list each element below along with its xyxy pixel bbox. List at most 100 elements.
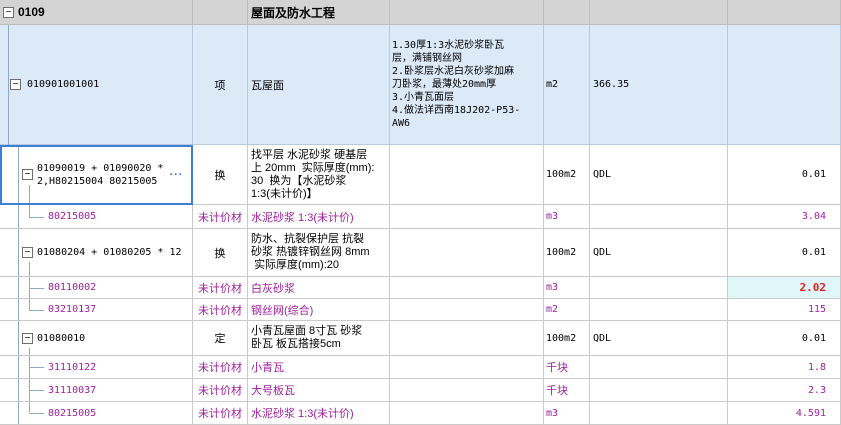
material-qty: 4.591 [795, 407, 826, 419]
material-name-cell[interactable]: 大号板瓦 [248, 379, 390, 402]
bill-qty-cell[interactable]: 366.35 [590, 25, 728, 145]
quota-name-cell[interactable]: 防水、抗裂保护层 抗裂 砂浆 热镀锌钢丝网 8mm 实际厚度(mm):20 [248, 229, 390, 277]
quota-code-cell[interactable]: − 01080204 + 01080205 * 12 [0, 229, 193, 277]
material-unit-cell[interactable]: 千块 [544, 379, 590, 402]
material-code: 31110122 [48, 361, 97, 373]
material-row-7[interactable]: 31110037 未计价材 大号板瓦 千块 2.3 [0, 379, 841, 402]
material-feature-cell [390, 356, 544, 379]
quota-row-0[interactable]: − 01090019 + 01090020 * 2,H80215004 8021… [0, 145, 841, 205]
quota-unit-cell[interactable]: 100m2 [544, 229, 590, 277]
material-qtyexp-cell[interactable] [590, 299, 728, 321]
quota-feature-cell [390, 145, 544, 205]
material-qty-cell[interactable]: 115 [728, 299, 841, 321]
material-qty-cell[interactable]: 2.02 [728, 277, 841, 299]
material-name: 小青瓦 [251, 362, 284, 374]
bill-name-cell[interactable]: 瓦屋面 [248, 25, 390, 145]
bill-unit-cell[interactable]: m2 [544, 25, 590, 145]
collapse-icon[interactable]: − [22, 332, 33, 344]
section-title: 屋面及防水工程 [251, 5, 336, 20]
quota-type-cell[interactable]: 换 [193, 229, 248, 277]
material-feature-cell [390, 299, 544, 321]
quota-qty-cell[interactable]: 0.01 [728, 145, 841, 205]
quota-unit: 100m2 [546, 332, 577, 344]
material-type-cell[interactable]: 未计价材 [193, 402, 248, 425]
quota-code-cell[interactable]: − 01080010 [0, 321, 193, 356]
material-feature-cell [390, 205, 544, 229]
more-button[interactable]: ··· [169, 169, 183, 181]
material-type-cell[interactable]: 未计价材 [193, 299, 248, 321]
quota-qty: 0.01 [801, 247, 826, 258]
quota-type-cell[interactable]: 换 [193, 145, 248, 205]
collapse-icon[interactable]: − [10, 79, 21, 90]
quota-unit-cell[interactable]: 100m2 [544, 321, 590, 356]
material-qty-cell[interactable]: 4.591 [728, 402, 841, 425]
tree-line [29, 217, 44, 218]
quota-name: 防水、抗裂保护层 抗裂 砂浆 热镀锌钢丝网 8mm 实际厚度(mm):20 [251, 233, 370, 271]
material-unit-cell[interactable]: m3 [544, 277, 590, 299]
collapse-icon[interactable]: − [22, 247, 33, 258]
material-name-cell[interactable]: 水泥砂浆 1:3(未计价) [248, 205, 390, 229]
material-type: 未计价材 [198, 408, 242, 420]
quota-row-2[interactable]: − 01080204 + 01080205 * 12 换 防水、抗裂保护层 抗裂… [0, 229, 841, 277]
material-code-cell[interactable]: 31110037 [0, 379, 193, 402]
material-row-8[interactable]: 80215005 未计价材 水泥砂浆 1:3(未计价) m3 4.591 [0, 402, 841, 425]
material-code-cell[interactable]: 03210137 [0, 299, 193, 321]
section-blank-6 [590, 0, 728, 25]
material-unit-cell[interactable]: m3 [544, 402, 590, 425]
quota-qty-cell[interactable]: 0.01 [728, 229, 841, 277]
material-qtyexp-cell[interactable] [590, 379, 728, 402]
material-qty-cell[interactable]: 2.3 [728, 379, 841, 402]
material-qty-cell[interactable]: 1.8 [728, 356, 841, 379]
bill-type-cell[interactable]: 项 [193, 25, 248, 145]
material-qtyexp-cell[interactable] [590, 402, 728, 425]
material-code-cell[interactable]: 80215005 [0, 205, 193, 229]
material-qtyexp-cell[interactable] [590, 277, 728, 299]
quota-qty-cell[interactable]: 0.01 [728, 321, 841, 356]
material-row-3[interactable]: 80110002 未计价材 白灰砂浆 m3 2.02 [0, 277, 841, 299]
quota-code-cell[interactable]: − 01090019 + 01090020 * 2,H80215004 8021… [0, 145, 193, 205]
quota-type: 换 [214, 247, 226, 260]
quota-unit: 100m2 [546, 247, 577, 258]
quota-row-5[interactable]: − 01080010 定 小青瓦屋面 8寸瓦 砂浆 卧瓦 板瓦搭接5cm 100… [0, 321, 841, 356]
quota-qtyexp-cell[interactable]: QDL [590, 229, 728, 277]
bill-features-cell[interactable]: 1.30厚1:3水泥砂浆卧瓦 层，满铺钢丝网 2.卧浆层水泥白灰砂浆加麻 刀卧浆… [390, 25, 544, 145]
material-qty: 2.02 [799, 281, 827, 294]
material-unit-cell[interactable]: m2 [544, 299, 590, 321]
material-code-cell[interactable]: 80110002 [0, 277, 193, 299]
material-name-cell[interactable]: 水泥砂浆 1:3(未计价) [248, 402, 390, 425]
material-qtyexp-cell[interactable] [590, 205, 728, 229]
section-code-cell[interactable]: − 0109 [0, 0, 193, 25]
material-name-cell[interactable]: 钢丝网(综合) [248, 299, 390, 321]
bill-item-row[interactable]: − 010901001001 项 瓦屋面 1.30厚1:3水泥砂浆卧瓦 层，满铺… [0, 25, 841, 145]
material-row-4[interactable]: 03210137 未计价材 钢丝网(综合) m2 115 [0, 299, 841, 321]
material-type-cell[interactable]: 未计价材 [193, 356, 248, 379]
quota-name-cell[interactable]: 找平层 水泥砂浆 硬基层 上 20mm 实际厚度(mm): 30 换为【水泥砂浆… [248, 145, 390, 205]
collapse-icon[interactable]: − [22, 169, 33, 180]
material-type-cell[interactable]: 未计价材 [193, 379, 248, 402]
quota-qtyexp: QDL [593, 332, 612, 344]
material-code: 80110002 [48, 282, 97, 293]
material-code-cell[interactable]: 80215005 [0, 402, 193, 425]
material-qty-cell[interactable]: 3.04 [728, 205, 841, 229]
quota-unit-cell[interactable]: 100m2 [544, 145, 590, 205]
material-unit-cell[interactable]: m3 [544, 205, 590, 229]
quota-name-cell[interactable]: 小青瓦屋面 8寸瓦 砂浆 卧瓦 板瓦搭接5cm [248, 321, 390, 356]
material-type-cell[interactable]: 未计价材 [193, 277, 248, 299]
material-name-cell[interactable]: 小青瓦 [248, 356, 390, 379]
quota-qty: 0.01 [801, 169, 826, 180]
material-row-6[interactable]: 31110122 未计价材 小青瓦 千块 1.8 [0, 356, 841, 379]
bill-code: 010901001001 [27, 79, 100, 90]
bill-code-cell[interactable]: − 010901001001 [0, 25, 193, 145]
material-type-cell[interactable]: 未计价材 [193, 205, 248, 229]
material-name-cell[interactable]: 白灰砂浆 [248, 277, 390, 299]
collapse-icon[interactable]: − [3, 6, 14, 18]
quota-qtyexp-cell[interactable]: QDL [590, 145, 728, 205]
material-code-cell[interactable]: 31110122 [0, 356, 193, 379]
material-qtyexp-cell[interactable] [590, 356, 728, 379]
material-unit-cell[interactable]: 千块 [544, 356, 590, 379]
quota-qtyexp-cell[interactable]: QDL [590, 321, 728, 356]
material-row-1[interactable]: 80215005 未计价材 水泥砂浆 1:3(未计价) m3 3.04 [0, 205, 841, 229]
section-row[interactable]: − 0109 屋面及防水工程 [0, 0, 841, 25]
material-type: 未计价材 [198, 362, 242, 374]
quota-type-cell[interactable]: 定 [193, 321, 248, 356]
